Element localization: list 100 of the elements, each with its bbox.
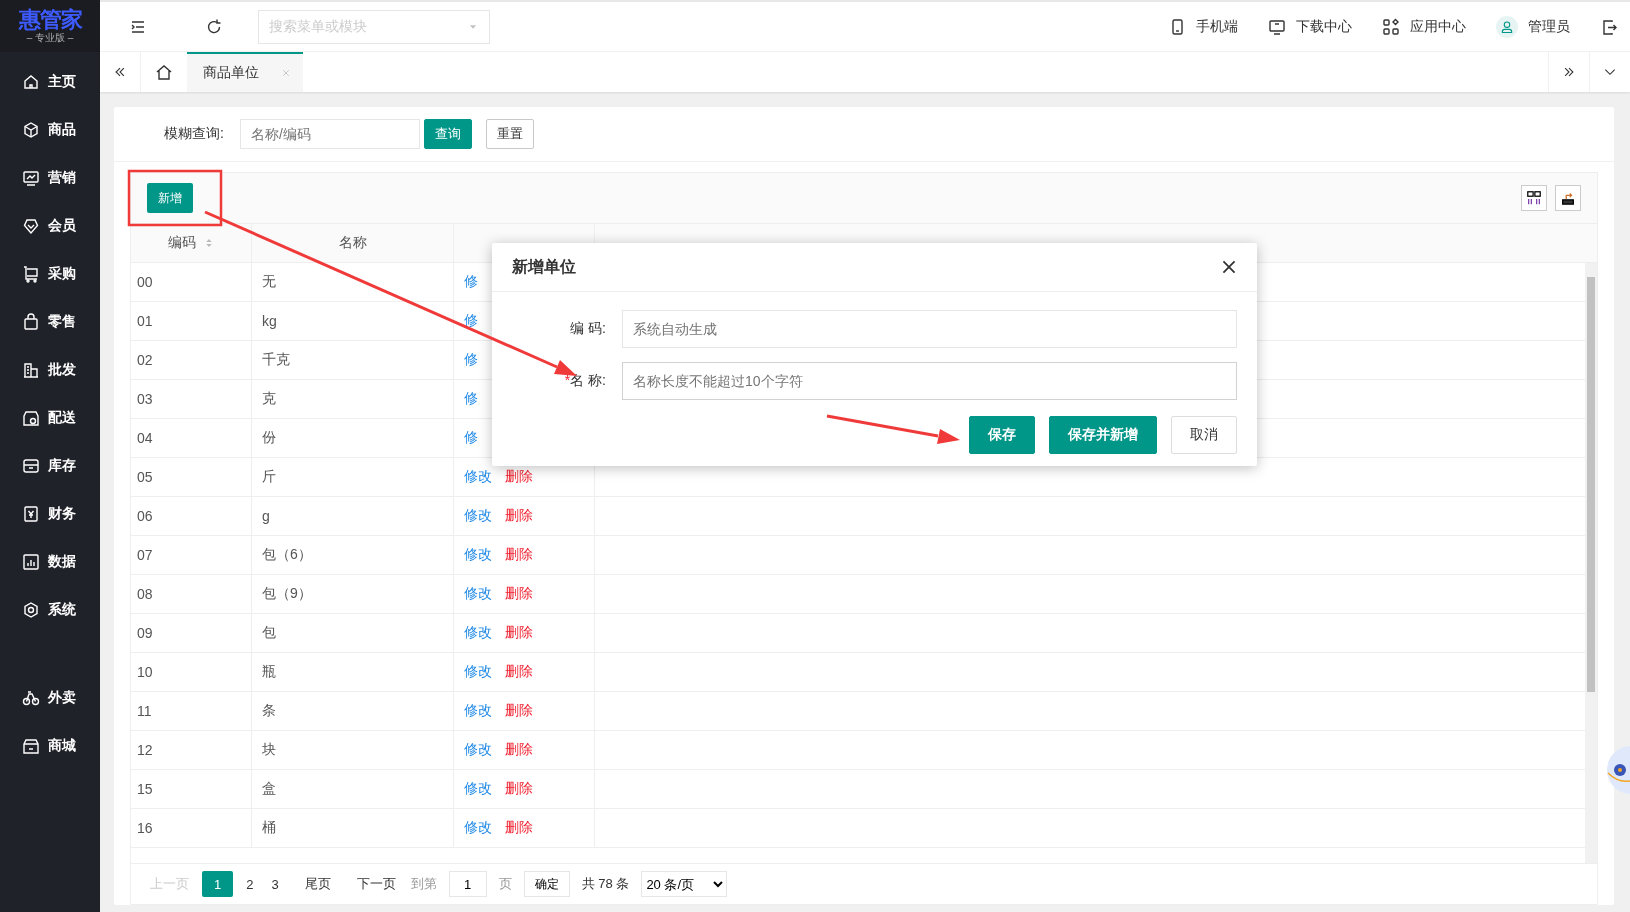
delete-link[interactable]: 删除 <box>505 546 533 564</box>
edit-link[interactable]: 修改 <box>464 468 492 486</box>
bicycle-icon <box>22 689 40 707</box>
page-link[interactable]: 1 <box>202 871 234 897</box>
nav-item[interactable]: 库存 <box>0 442 100 490</box>
page-input[interactable]: 1 <box>448 871 487 897</box>
column-header: 名称 <box>252 224 454 262</box>
delete-link[interactable]: 删除 <box>505 507 533 525</box>
field-label: 编 码: <box>569 320 607 338</box>
page-size-select[interactable]: 20 条/页 <box>641 871 728 897</box>
nav-item[interactable]: 主页 <box>0 58 100 106</box>
export-icon <box>1560 190 1576 206</box>
store-icon <box>22 409 40 427</box>
primary-button[interactable]: 保存并新增 <box>1049 416 1157 454</box>
input-field[interactable]: 系统自动生成 <box>622 310 1237 348</box>
delete-link[interactable]: 删除 <box>505 702 533 720</box>
settings-icon <box>22 601 40 619</box>
goto-label: 到第 <box>409 875 438 893</box>
edit-link[interactable]: 修改 <box>464 546 492 564</box>
delete-link[interactable]: 删除 <box>505 468 533 486</box>
search-field[interactable]: 名称/编码 <box>239 119 420 149</box>
yen-icon <box>22 505 40 523</box>
apps-icon <box>1382 17 1400 36</box>
table-cell: 12 <box>131 731 252 769</box>
nav-item[interactable]: 采购 <box>0 250 100 298</box>
table-cell: 包 <box>252 614 454 652</box>
cancel-button[interactable]: 取消 <box>1171 416 1237 454</box>
top-link[interactable]: 手机端 <box>1168 17 1238 36</box>
delete-link[interactable]: 删除 <box>505 819 533 837</box>
edit-link[interactable]: 修 <box>464 390 478 408</box>
edit-link[interactable]: 修 <box>464 273 478 291</box>
home-icon <box>22 73 40 91</box>
reset-button[interactable]: 重置 <box>485 119 534 149</box>
edit-link[interactable]: 修 <box>464 429 478 447</box>
nav-item[interactable]: 数据 <box>0 538 100 586</box>
delete-link[interactable]: 删除 <box>505 780 533 798</box>
last-page-link[interactable]: 尾页 <box>295 871 340 897</box>
nav-item[interactable]: 会员 <box>0 202 100 250</box>
page-link[interactable]: 3 <box>262 871 288 897</box>
page-link[interactable]: 2 <box>237 871 263 897</box>
next-page-link[interactable]: 下一页 <box>347 871 405 897</box>
table-cell: 09 <box>131 614 252 652</box>
table-cell: 00 <box>131 263 252 301</box>
logo-text: 惠管家 <box>18 8 82 32</box>
home-icon <box>155 63 173 81</box>
top-link[interactable]: 应用中心 <box>1382 17 1466 36</box>
nav-item[interactable]: 营销 <box>0 154 100 202</box>
table-cell: 10 <box>131 653 252 691</box>
input-field[interactable]: 名称长度不能超过10个字符 <box>622 362 1237 400</box>
nav-item[interactable]: 财务 <box>0 490 100 538</box>
nav-item[interactable]: 批发 <box>0 346 100 394</box>
table-cell: 克 <box>252 380 454 418</box>
edit-link[interactable]: 修改 <box>464 819 492 837</box>
edit-link[interactable]: 修 <box>464 312 478 330</box>
tab[interactable]: 商品单位 <box>187 52 303 92</box>
edit-link[interactable]: 修改 <box>464 780 492 798</box>
table-cell: 03 <box>131 380 252 418</box>
primary-button[interactable]: 保存 <box>969 416 1035 454</box>
table-cell: 07 <box>131 536 252 574</box>
nav-item[interactable]: 商城 <box>0 722 100 770</box>
nav-item[interactable]: 配送 <box>0 394 100 442</box>
edit-link[interactable]: 修 <box>464 351 478 369</box>
edit-link[interactable]: 修改 <box>464 624 492 642</box>
nav-item[interactable]: 系统 <box>0 586 100 634</box>
scrollbar[interactable] <box>1585 263 1597 863</box>
table-cell: 06 <box>131 497 252 535</box>
columns-icon <box>1526 190 1542 206</box>
nav-item[interactable]: 商品 <box>0 106 100 154</box>
shop-icon <box>22 737 40 755</box>
logout-button[interactable] <box>1600 17 1618 36</box>
caret-icon <box>467 22 479 31</box>
edit-link[interactable]: 修改 <box>464 702 492 720</box>
edit-link[interactable]: 修改 <box>464 507 492 525</box>
edit-link[interactable]: 修改 <box>464 585 492 603</box>
delete-link[interactable]: 删除 <box>505 741 533 759</box>
table-cell: 桶 <box>252 809 454 847</box>
user-menu[interactable]: 管理员 <box>1496 15 1570 38</box>
nav-item[interactable]: 外卖 <box>0 674 100 722</box>
table-cell: 包（6） <box>252 536 454 574</box>
double-chevron-left-icon <box>113 65 127 79</box>
query-button[interactable]: 查询 <box>423 119 472 149</box>
delete-link[interactable]: 删除 <box>505 624 533 642</box>
nav-item[interactable]: 零售 <box>0 298 100 346</box>
column-header[interactable]: 编码 <box>131 224 252 262</box>
delete-link[interactable]: 删除 <box>505 663 533 681</box>
table-cell: 02 <box>131 341 252 379</box>
top-link[interactable]: 下载中心 <box>1268 17 1352 36</box>
table-cell: 11 <box>131 692 252 730</box>
edition-label: – 专业版 – <box>26 32 74 44</box>
edit-link[interactable]: 修改 <box>464 741 492 759</box>
table-cell: 斤 <box>252 458 454 496</box>
assistant-icon[interactable] <box>1606 745 1630 795</box>
delete-link[interactable]: 删除 <box>505 585 533 603</box>
edit-link[interactable]: 修改 <box>464 663 492 681</box>
cart-icon <box>22 265 40 283</box>
confirm-button[interactable]: 确定 <box>523 871 570 897</box>
table-cell: 条 <box>252 692 454 730</box>
export-button[interactable] <box>1555 185 1581 211</box>
add-button[interactable]: 新增 <box>147 183 193 213</box>
columns-button[interactable] <box>1521 185 1547 211</box>
